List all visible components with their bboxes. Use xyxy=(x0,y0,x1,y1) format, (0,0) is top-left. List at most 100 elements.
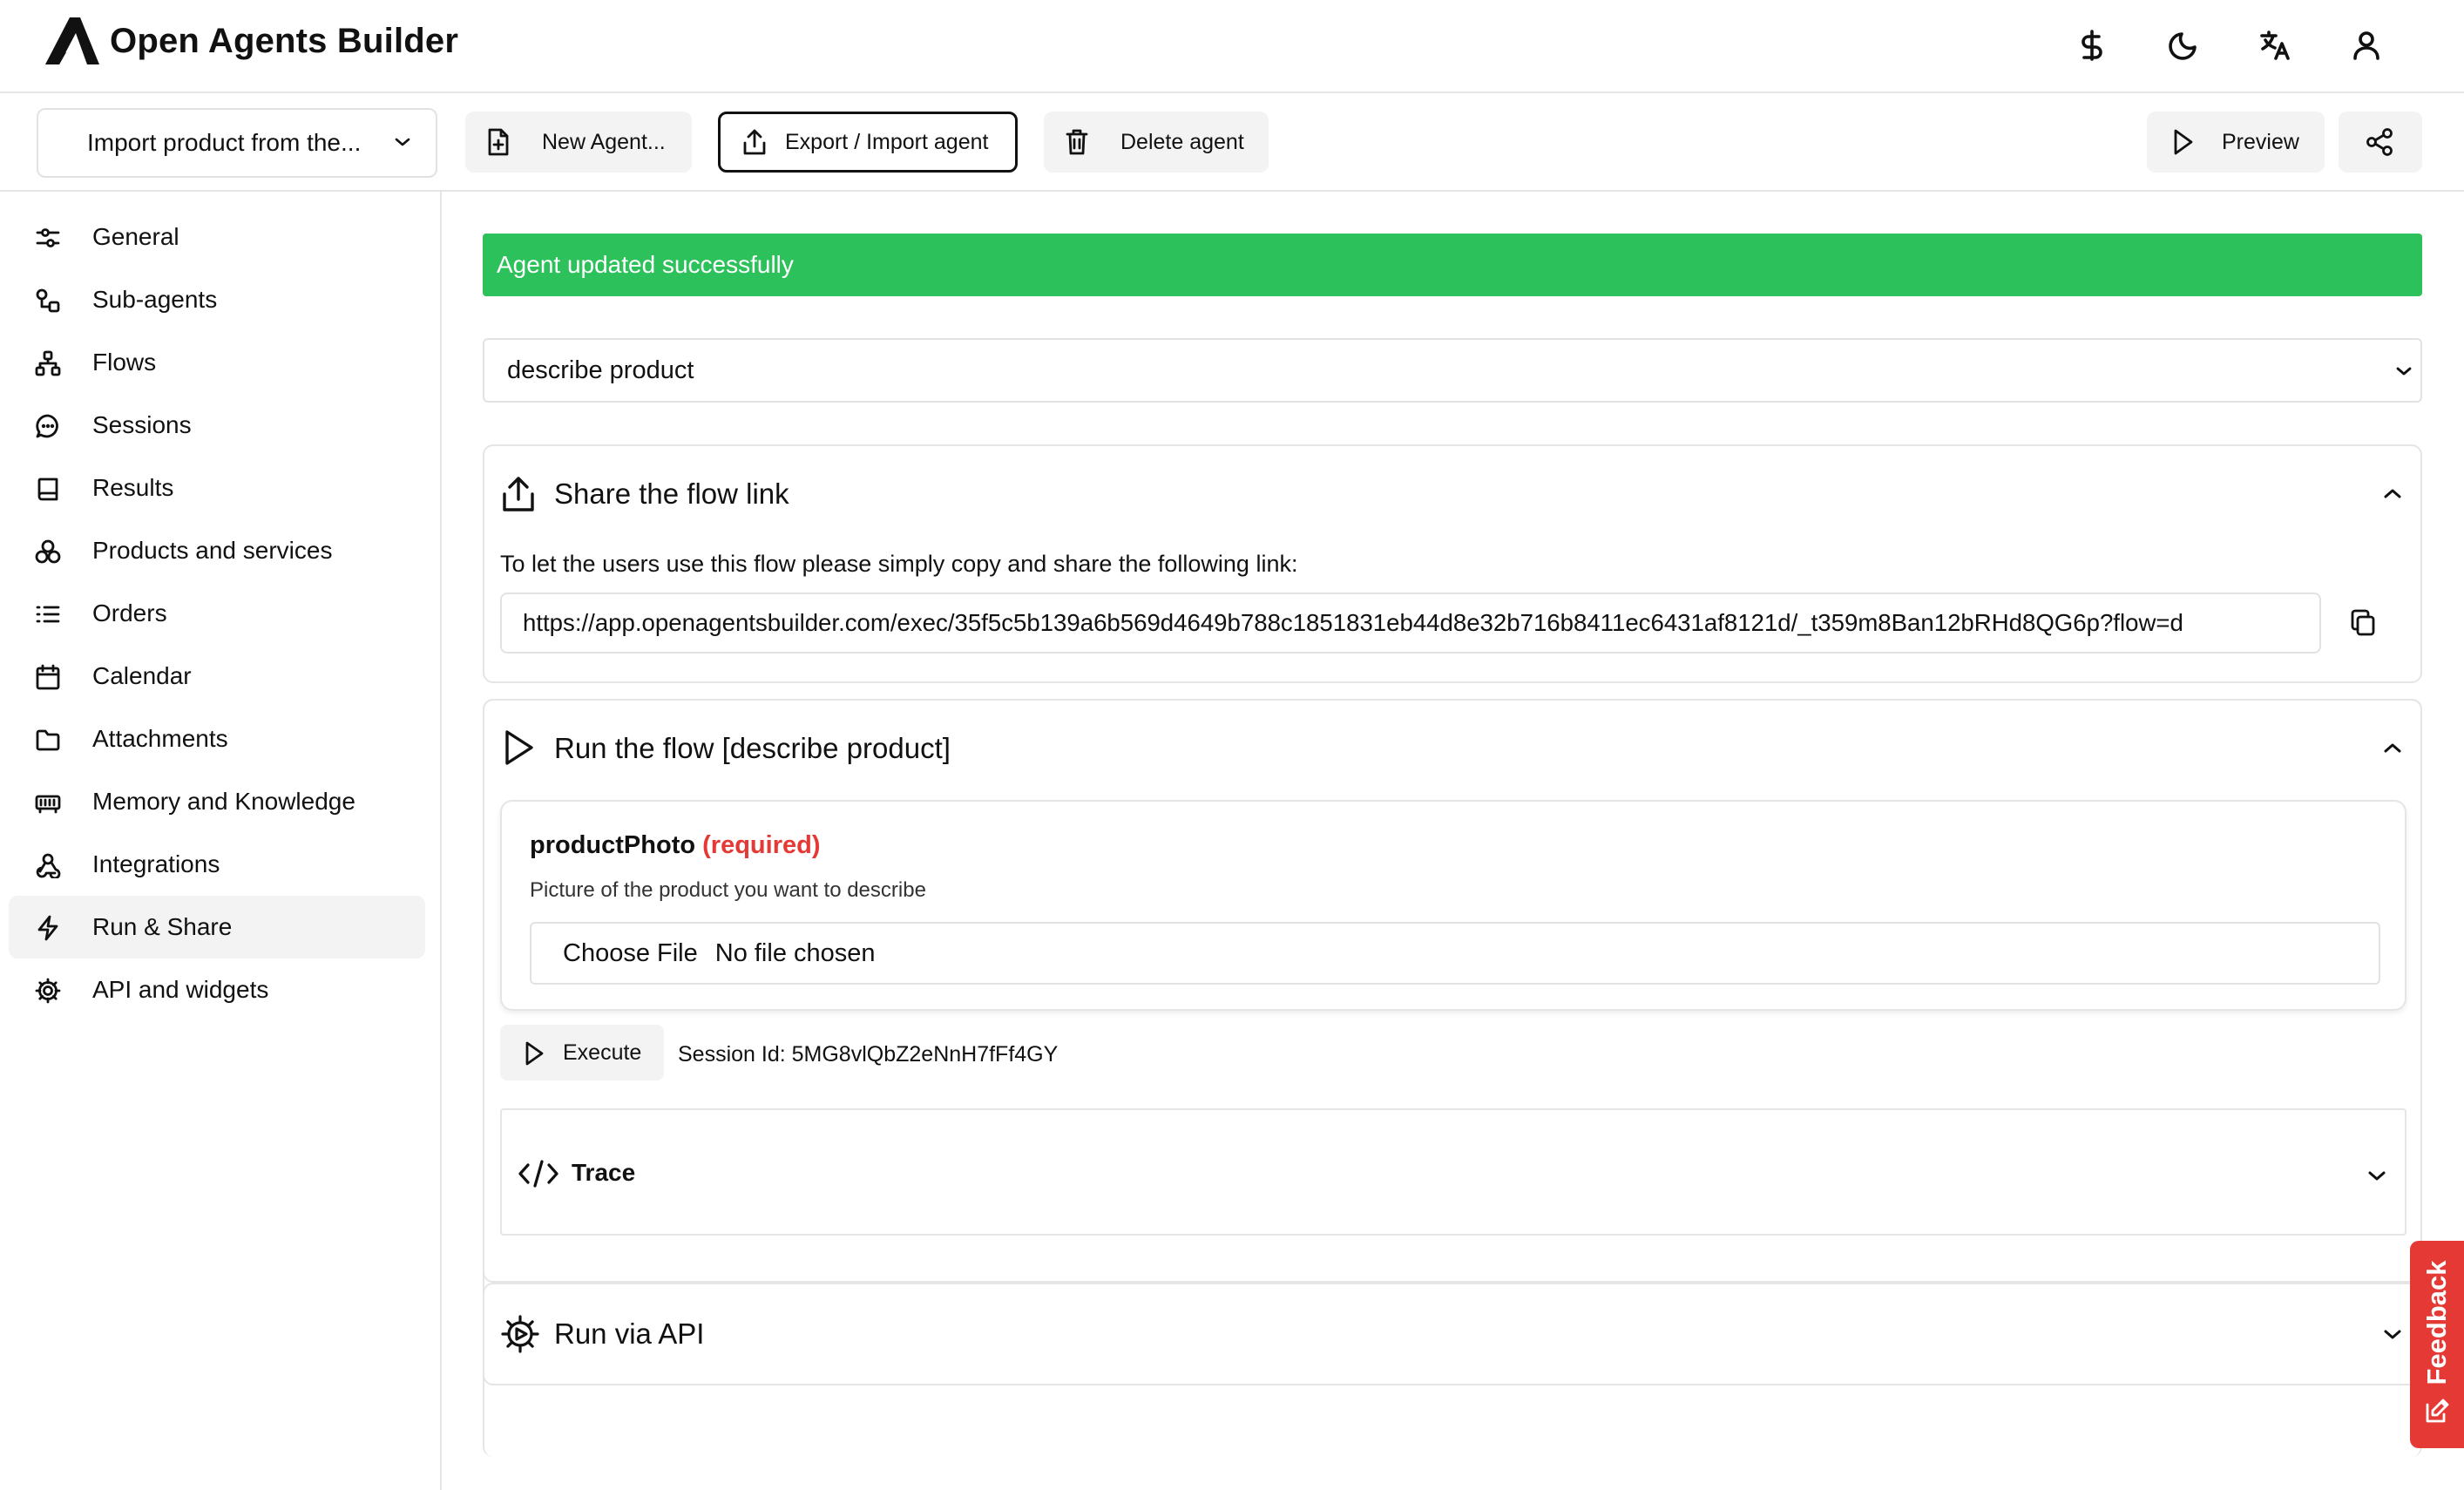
sidebar-item-api-widgets[interactable]: API and widgets xyxy=(9,958,425,1021)
chevron-up-icon[interactable] xyxy=(2382,741,2403,755)
sidebar-item-calendar[interactable]: Calendar xyxy=(9,645,425,708)
param-name: productPhoto xyxy=(530,831,696,859)
memory-icon xyxy=(35,789,61,816)
delete-agent-label: Delete agent xyxy=(1120,129,1244,154)
run-via-api-card[interactable]: Run via API xyxy=(483,1283,2422,1385)
gear-icon xyxy=(500,1314,540,1354)
share-flow-instructions: To let the users use this flow please si… xyxy=(500,551,1298,577)
sidebar-item-integrations[interactable]: Integrations xyxy=(9,833,425,896)
flow-input-card: productPhoto (required) Picture of the p… xyxy=(500,800,2406,1011)
products-icon xyxy=(35,538,61,565)
sidebar-item-results[interactable]: Results xyxy=(9,457,425,519)
dollar-icon[interactable] xyxy=(2073,26,2111,64)
sidebar-item-memory[interactable]: Memory and Knowledge xyxy=(9,770,425,833)
flow-link-value: https://app.openagentsbuilder.com/exec/3… xyxy=(523,609,2183,636)
translate-icon[interactable] xyxy=(2256,26,2294,64)
sidebar-item-sessions[interactable]: Sessions xyxy=(9,394,425,457)
calendar-icon xyxy=(35,664,61,690)
bolt-icon xyxy=(35,915,61,941)
feedback-label: Feedback xyxy=(2421,1260,2452,1385)
execute-label: Execute xyxy=(563,1040,642,1065)
header-actions xyxy=(2073,26,2386,64)
run-flow-title: Run the flow [describe product] xyxy=(554,732,951,764)
logo-icon xyxy=(44,16,101,66)
chevron-down-icon xyxy=(2366,1169,2387,1183)
book-icon xyxy=(35,476,61,502)
execute-button[interactable]: Execute xyxy=(500,1025,664,1080)
export-import-button[interactable]: Export / Import agent xyxy=(718,112,1018,173)
flow-select-value: describe product xyxy=(507,356,694,384)
share-flow-title: Share the flow link xyxy=(554,477,789,510)
flows-icon xyxy=(35,350,61,376)
run-flow-header[interactable]: Run the flow [describe product] xyxy=(484,701,2420,796)
trace-title: Trace xyxy=(572,1159,636,1186)
edit-icon xyxy=(2424,1398,2450,1424)
choose-file-button[interactable]: Choose File xyxy=(563,939,698,968)
folder-icon xyxy=(35,727,61,753)
sidebar-item-label: Results xyxy=(92,474,174,501)
sidebar-item-label: Calendar xyxy=(92,662,192,689)
sidebar: General Sub-agents Flows Sessions Result… xyxy=(0,192,442,1490)
sidebar-item-attachments[interactable]: Attachments xyxy=(9,708,425,770)
success-alert: Agent updated successfully xyxy=(483,234,2422,296)
chevron-down-icon xyxy=(2382,1328,2403,1342)
flow-select[interactable]: describe product xyxy=(483,338,2422,403)
code-icon xyxy=(518,1159,559,1189)
flow-link-field[interactable]: https://app.openagentsbuilder.com/exec/3… xyxy=(500,593,2321,654)
play-icon xyxy=(2171,128,2194,156)
copy-icon[interactable] xyxy=(2349,608,2377,638)
trace-panel[interactable]: Trace xyxy=(500,1108,2406,1236)
delete-agent-button[interactable]: Delete agent xyxy=(1044,112,1269,173)
sidebar-item-label: API and widgets xyxy=(92,976,269,1003)
success-alert-text: Agent updated successfully xyxy=(497,251,794,278)
preview-label: Preview xyxy=(2222,129,2299,154)
new-agent-button[interactable]: New Agent... xyxy=(465,112,692,173)
agent-select-value: Import product from the... xyxy=(87,129,362,156)
sidebar-item-flows[interactable]: Flows xyxy=(9,331,425,394)
share-icon xyxy=(2365,127,2394,157)
file-status: No file chosen xyxy=(714,938,876,967)
share-button[interactable] xyxy=(2339,112,2422,173)
sub-agents-icon xyxy=(35,288,61,314)
webhook-icon xyxy=(35,852,61,878)
file-input[interactable]: Choose File No file chosen xyxy=(530,922,2380,985)
agent-select[interactable]: Import product from the... xyxy=(37,108,437,178)
user-icon[interactable] xyxy=(2347,26,2386,64)
upload-icon xyxy=(500,475,537,513)
sidebar-item-run-share[interactable]: Run & Share xyxy=(9,896,425,958)
list-icon xyxy=(35,601,61,627)
share-flow-header[interactable]: Share the flow link xyxy=(484,446,2420,542)
sidebar-item-label: Products and services xyxy=(92,537,333,564)
sidebar-item-general[interactable]: General xyxy=(9,206,425,268)
sliders-icon xyxy=(35,225,61,251)
preview-button[interactable]: Preview xyxy=(2147,112,2325,173)
feedback-tab[interactable]: Feedback xyxy=(2410,1241,2464,1448)
run-via-api-title: Run via API xyxy=(554,1317,705,1350)
param-description: Picture of the product you want to descr… xyxy=(530,878,926,902)
sidebar-item-label: Sessions xyxy=(92,411,192,438)
top-bar: Open Agents Builder xyxy=(0,0,2464,93)
param-label: productPhoto (required) xyxy=(530,831,820,860)
sidebar-item-products[interactable]: Products and services xyxy=(9,519,425,582)
play-icon xyxy=(500,728,537,767)
trash-icon xyxy=(1065,128,1089,156)
brand[interactable]: Open Agents Builder xyxy=(44,16,458,66)
share-flow-card: Share the flow link To let the users use… xyxy=(483,444,2422,683)
sidebar-item-label: Integrations xyxy=(92,850,220,877)
main-content: Agent updated successfully describe prod… xyxy=(443,192,2464,1490)
chevron-down-icon xyxy=(2394,364,2413,378)
sidebar-item-label: Attachments xyxy=(92,725,228,752)
sidebar-item-label: Run & Share xyxy=(92,913,233,940)
upload-icon xyxy=(741,128,768,156)
run-flow-card-body: Run the flow [describe product] productP… xyxy=(483,699,2422,1283)
sidebar-item-label: Sub-agents xyxy=(92,286,218,313)
sidebar-item-sub-agents[interactable]: Sub-agents xyxy=(9,268,425,331)
sidebar-item-label: General xyxy=(92,223,179,250)
moon-icon[interactable] xyxy=(2164,26,2203,64)
chevron-up-icon[interactable] xyxy=(2382,486,2403,500)
sidebar-item-orders[interactable]: Orders xyxy=(9,582,425,645)
sidebar-item-label: Orders xyxy=(92,599,167,626)
play-icon xyxy=(523,1040,545,1067)
new-agent-label: New Agent... xyxy=(542,129,666,154)
chevron-down-icon xyxy=(394,136,411,148)
